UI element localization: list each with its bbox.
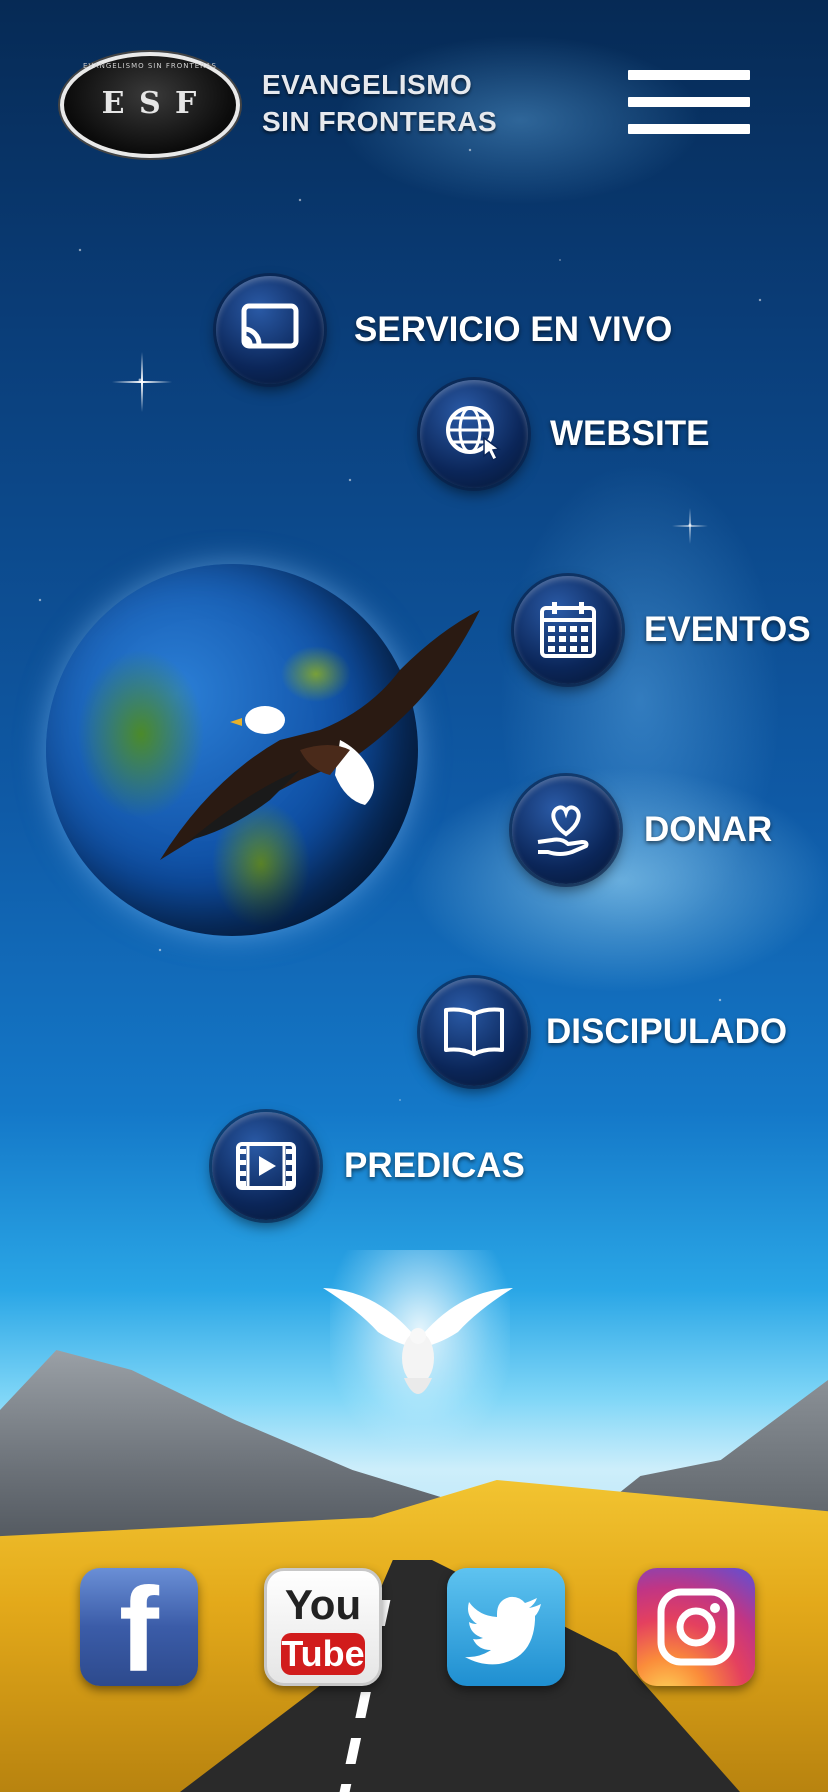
menu-label-donar: DONAR <box>644 810 773 849</box>
menu-item-donar[interactable]: DONAR <box>512 776 772 884</box>
home-screen: EVANGELISMO SIN FRONTERAS E S F EVANGELI… <box>0 0 828 1792</box>
open-book-icon <box>420 978 528 1086</box>
hamburger-menu-icon[interactable] <box>628 70 750 134</box>
globe-click-icon <box>420 380 528 488</box>
brand-line-1: EVANGELISMO <box>262 69 473 100</box>
instagram-icon <box>657 1588 735 1666</box>
facebook-button[interactable]: f <box>80 1568 198 1686</box>
esf-logo[interactable]: EVANGELISMO SIN FRONTERAS E S F <box>60 52 240 158</box>
menu-item-website[interactable]: WEBSITE <box>420 380 709 488</box>
menu-label-eventos: EVENTOS <box>644 610 811 649</box>
menu-item-servicio-en-vivo[interactable]: SERVICIO EN VIVO <box>216 276 672 384</box>
calendar-icon <box>514 576 622 684</box>
dove-image <box>323 1288 513 1394</box>
twitter-icon <box>465 1596 541 1665</box>
youtube-you-text: You <box>284 1581 362 1628</box>
brand-line-2: SIN FRONTERAS <box>262 106 498 137</box>
instagram-button[interactable] <box>637 1568 755 1686</box>
heart-hand-icon <box>512 776 620 884</box>
menu-item-predicas[interactable]: PREDICAS <box>212 1112 525 1220</box>
menu-label-predicas: PREDICAS <box>344 1146 525 1185</box>
video-film-icon <box>212 1112 320 1220</box>
menu-item-discipulado[interactable]: DISCIPULADO <box>420 978 787 1086</box>
menu-item-eventos[interactable]: EVENTOS <box>514 576 811 684</box>
menu-label-website: WEBSITE <box>550 414 710 453</box>
eagle-image <box>160 610 480 860</box>
menu-label-servicio-en-vivo: SERVICIO EN VIVO <box>354 310 673 349</box>
logo-monogram: E S F <box>101 86 199 121</box>
logo-ring-text: EVANGELISMO SIN FRONTERAS <box>83 62 217 70</box>
brand-title: EVANGELISMO SIN FRONTERAS <box>262 66 497 140</box>
youtube-button[interactable]: You Tube <box>264 1568 382 1686</box>
cast-icon <box>216 276 324 384</box>
facebook-icon: f <box>119 1568 159 1686</box>
youtube-tube-text: Tube <box>281 1633 365 1675</box>
menu-label-discipulado: DISCIPULADO <box>546 1012 788 1051</box>
twitter-button[interactable] <box>447 1568 565 1686</box>
